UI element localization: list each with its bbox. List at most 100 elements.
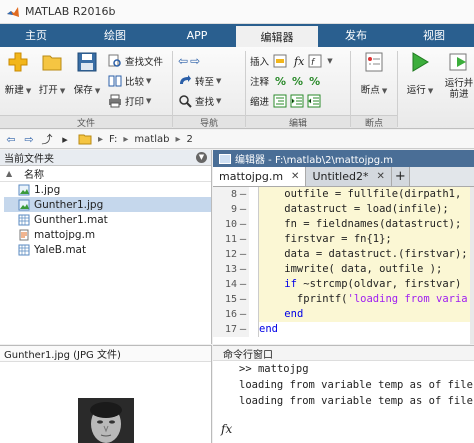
line-number: 8	[213, 187, 237, 202]
breadcrumb-drive[interactable]: F:	[109, 134, 117, 145]
code-text: if ~strcmp(oldvar, firstvar)	[259, 277, 474, 292]
tab-publish[interactable]: 发布	[318, 24, 394, 47]
code-line: 8– outfile = fullfile(dirpath1,	[213, 187, 474, 202]
file-item-selected[interactable]: Gunther1.jpg	[4, 197, 211, 212]
editor-tab-untitled2[interactable]: Untitled2* ✕	[306, 167, 392, 186]
back-icon[interactable]: ⇦	[4, 132, 18, 146]
tab-editor[interactable]: 编辑器	[236, 24, 318, 47]
column-header-name[interactable]: 名称 ▲	[0, 166, 211, 182]
find-files-icon	[108, 54, 121, 67]
insert-button[interactable]: 插入 fx f ▼	[250, 53, 333, 69]
file-item[interactable]: 1.jpg	[4, 182, 211, 197]
panel-menu-icon[interactable]: ▼	[196, 152, 207, 163]
save-icon	[77, 52, 97, 72]
wrap-icon[interactable]: %	[309, 75, 320, 88]
indent-button[interactable]: 缩进	[250, 93, 324, 109]
command-window[interactable]: 命令行窗口 >> mattojpg loading from variable …	[213, 345, 474, 443]
editor-title: 编辑器 - F:\matlab\2\mattojpg.m	[235, 155, 394, 166]
file-item[interactable]: mattojpg.m	[4, 227, 211, 242]
fold-gutter	[249, 322, 259, 337]
breadcrumb-folder-matlab[interactable]: matlab	[134, 134, 169, 145]
magnifier-icon	[179, 95, 192, 108]
file-item[interactable]: Gunther1.mat	[4, 212, 211, 227]
forward-icon[interactable]: ⇨	[22, 132, 36, 146]
breadcrumb-folder-2[interactable]: 2	[187, 134, 193, 145]
line-number: 9	[213, 202, 237, 217]
breakpoint-marker[interactable]: –	[237, 187, 249, 202]
editor-scrollbar[interactable]	[470, 187, 474, 344]
run-advance-label: 运行并 前进	[444, 78, 474, 100]
forward-arrow-icon: ⇨	[190, 54, 201, 68]
line-number: 13	[213, 262, 237, 277]
tab-home[interactable]: 主页	[0, 24, 72, 47]
code-text: end	[259, 322, 474, 337]
comment-label: 注释	[250, 77, 270, 88]
browse-icon[interactable]: ▸	[58, 132, 72, 146]
file-name: Gunther1.mat	[34, 213, 108, 226]
fold-gutter	[249, 247, 259, 262]
current-folder-title: 当前文件夹	[4, 154, 54, 165]
find-files-label: 查找文件	[125, 57, 164, 68]
fold-gutter	[249, 187, 259, 202]
run-icon	[412, 52, 429, 72]
line-number: 16	[213, 307, 237, 322]
file-name: 1.jpg	[34, 183, 61, 196]
percent-icon[interactable]: %	[275, 75, 286, 88]
file-name: mattojpg.m	[34, 228, 96, 241]
code-area[interactable]: 8– outfile = fullfile(dirpath1, 9– datas…	[213, 187, 474, 344]
code-line: 16– end	[213, 307, 474, 322]
run-advance-button[interactable]: 运行并 前进	[444, 51, 474, 100]
fx-icon[interactable]: fx	[294, 55, 304, 68]
divider	[397, 51, 398, 127]
tab-plots[interactable]: 绘图	[72, 24, 158, 47]
save-button[interactable]: 保存 ▼	[71, 51, 103, 96]
new-tab-button[interactable]: +	[391, 167, 410, 186]
open-button[interactable]: 打开 ▼	[36, 51, 68, 96]
tab-apps[interactable]: APP	[158, 24, 236, 47]
file-name: Gunther1.jpg	[34, 198, 104, 211]
find-button[interactable]: 查找 ▼	[178, 93, 221, 109]
function-icon: f	[308, 54, 322, 68]
editor-icon	[219, 153, 231, 164]
editor-tab-label: Untitled2*	[312, 170, 369, 183]
folder-up-icon[interactable]: ⤴	[40, 132, 54, 146]
breakpoint-marker[interactable]: –	[237, 217, 249, 232]
breakpoints-button[interactable]: 断点 ▼	[358, 51, 390, 96]
code-text: fprintf('loading from varia	[259, 292, 474, 307]
command-window-header: 命令行窗口	[213, 346, 474, 361]
back-forward-button[interactable]: ⇦ ⇨	[178, 53, 200, 69]
compare-label: 比较	[125, 77, 145, 88]
insert-label: 插入	[250, 57, 270, 68]
new-button[interactable]: 新建 ▼	[2, 51, 34, 96]
compare-button[interactable]: 比较 ▼	[108, 73, 151, 89]
breakpoint-marker[interactable]: –	[237, 247, 249, 262]
goto-button[interactable]: 转至 ▼	[178, 73, 221, 89]
breakpoint-marker[interactable]: –	[237, 232, 249, 247]
breakpoint-marker[interactable]: –	[237, 307, 249, 322]
breadcrumb-sep: ▸	[98, 133, 104, 145]
fold-gutter	[249, 232, 259, 247]
line-number: 17	[213, 322, 237, 337]
breakpoint-marker[interactable]: –	[237, 202, 249, 217]
line-number: 14	[213, 277, 237, 292]
find-label: 查找	[195, 97, 215, 108]
breakpoint-marker[interactable]: –	[237, 262, 249, 277]
comment-button[interactable]: 注释 % % %	[250, 73, 320, 89]
breakpoint-marker[interactable]: –	[237, 277, 249, 292]
find-files-button[interactable]: 查找文件	[108, 53, 163, 69]
breakpoint-marker[interactable]: –	[237, 292, 249, 307]
plus-icon	[8, 52, 28, 72]
code-text: end	[259, 307, 474, 322]
file-item[interactable]: YaleB.mat	[4, 242, 211, 257]
fx-icon[interactable]: fx	[221, 422, 232, 436]
breakpoint-marker[interactable]: –	[237, 322, 249, 337]
print-button[interactable]: 打印 ▼	[108, 93, 151, 109]
tab-view[interactable]: 视图	[394, 24, 474, 47]
editor-tab-mattojpg[interactable]: mattojpg.m ✕	[213, 167, 307, 186]
line-number: 10	[213, 217, 237, 232]
current-folder-panel: 当前文件夹 ▼ 名称 ▲ 1.jpg Gunther1.jpg Gunther1…	[0, 150, 212, 344]
close-tab-icon[interactable]: ✕	[376, 171, 384, 182]
close-tab-icon[interactable]: ✕	[291, 171, 299, 182]
uncomment-icon[interactable]: %	[292, 75, 303, 88]
run-button[interactable]: 运行 ▼	[404, 51, 436, 96]
